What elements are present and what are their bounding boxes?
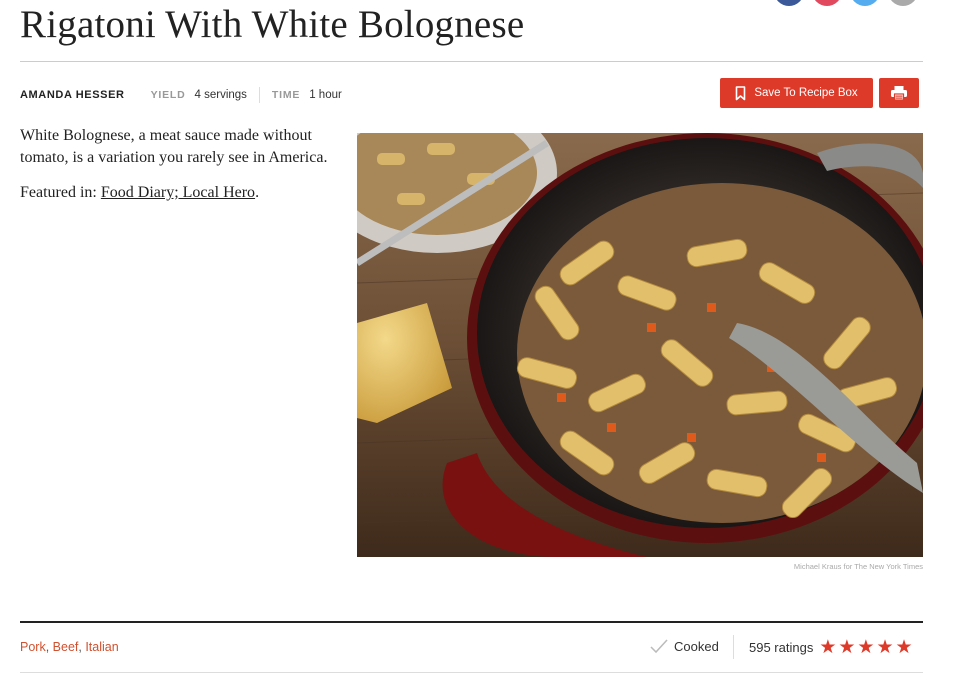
star-icon[interactable]: ★: [819, 638, 836, 657]
star-icon[interactable]: ★: [838, 638, 855, 657]
tag-pork[interactable]: Pork: [20, 640, 46, 654]
photo-credit: Michael Kraus for The New York Times: [793, 562, 923, 571]
yield-label: YIELD: [150, 89, 186, 101]
recipe-intro: White Bolognese, a meat sauce made witho…: [20, 125, 338, 217]
twitter-icon[interactable]: [850, 0, 880, 6]
recipe-tags: Pork, Beef, Italian: [20, 640, 119, 654]
print-icon: [891, 86, 907, 101]
checkmark-icon: [650, 639, 668, 654]
meta-divider: [258, 87, 260, 103]
featured-link[interactable]: Food Diary; Local Hero: [101, 184, 255, 201]
featured-in: Featured in: Food Diary; Local Hero.: [20, 182, 338, 204]
time-label: TIME: [271, 89, 301, 101]
facebook-icon[interactable]: [774, 0, 804, 6]
save-to-recipe-box-button[interactable]: Save To Recipe Box: [720, 78, 873, 108]
footer-divider: [20, 621, 923, 623]
time-value: 1 hour: [309, 89, 342, 101]
star-icon[interactable]: ★: [857, 638, 874, 657]
recipe-ratings: 595 ratings ★ ★ ★ ★ ★: [749, 638, 913, 657]
email-icon[interactable]: [888, 0, 918, 6]
yield-info: YIELD 4 servings: [151, 89, 247, 101]
tag-italian[interactable]: Italian: [85, 640, 118, 654]
star-rating[interactable]: ★ ★ ★ ★ ★: [819, 638, 913, 657]
tag-separator: ,: [45, 640, 53, 654]
share-buttons: [774, 0, 918, 6]
yield-value: 4 servings: [194, 89, 247, 101]
title-divider: [20, 61, 923, 62]
recipe-meta: AMANDA HESSER YIELD 4 servings TIME 1 ho…: [20, 87, 342, 103]
author-name[interactable]: AMANDA HESSER: [20, 89, 125, 101]
star-icon[interactable]: ★: [896, 638, 913, 657]
recipe-title: Rigatoni With White Bolognese: [20, 3, 525, 46]
recipe-description: White Bolognese, a meat sauce made witho…: [20, 127, 328, 166]
tag-beef[interactable]: Beef: [53, 640, 79, 654]
print-button[interactable]: [879, 78, 919, 108]
bottom-divider: [20, 672, 923, 673]
cooked-toggle[interactable]: Cooked: [649, 638, 719, 654]
recipe-photo: [357, 133, 923, 557]
bookmark-icon: [736, 85, 746, 100]
star-icon[interactable]: ★: [876, 638, 893, 657]
featured-prefix: Featured in:: [20, 184, 101, 201]
ratings-divider: [733, 635, 734, 659]
pinterest-icon[interactable]: [812, 0, 842, 6]
ratings-count: 595 ratings: [749, 639, 814, 655]
featured-suffix: .: [255, 184, 260, 201]
save-button-label: Save To Recipe Box: [754, 87, 858, 99]
cooked-label: Cooked: [674, 638, 719, 654]
time-info: TIME 1 hour: [272, 89, 342, 101]
